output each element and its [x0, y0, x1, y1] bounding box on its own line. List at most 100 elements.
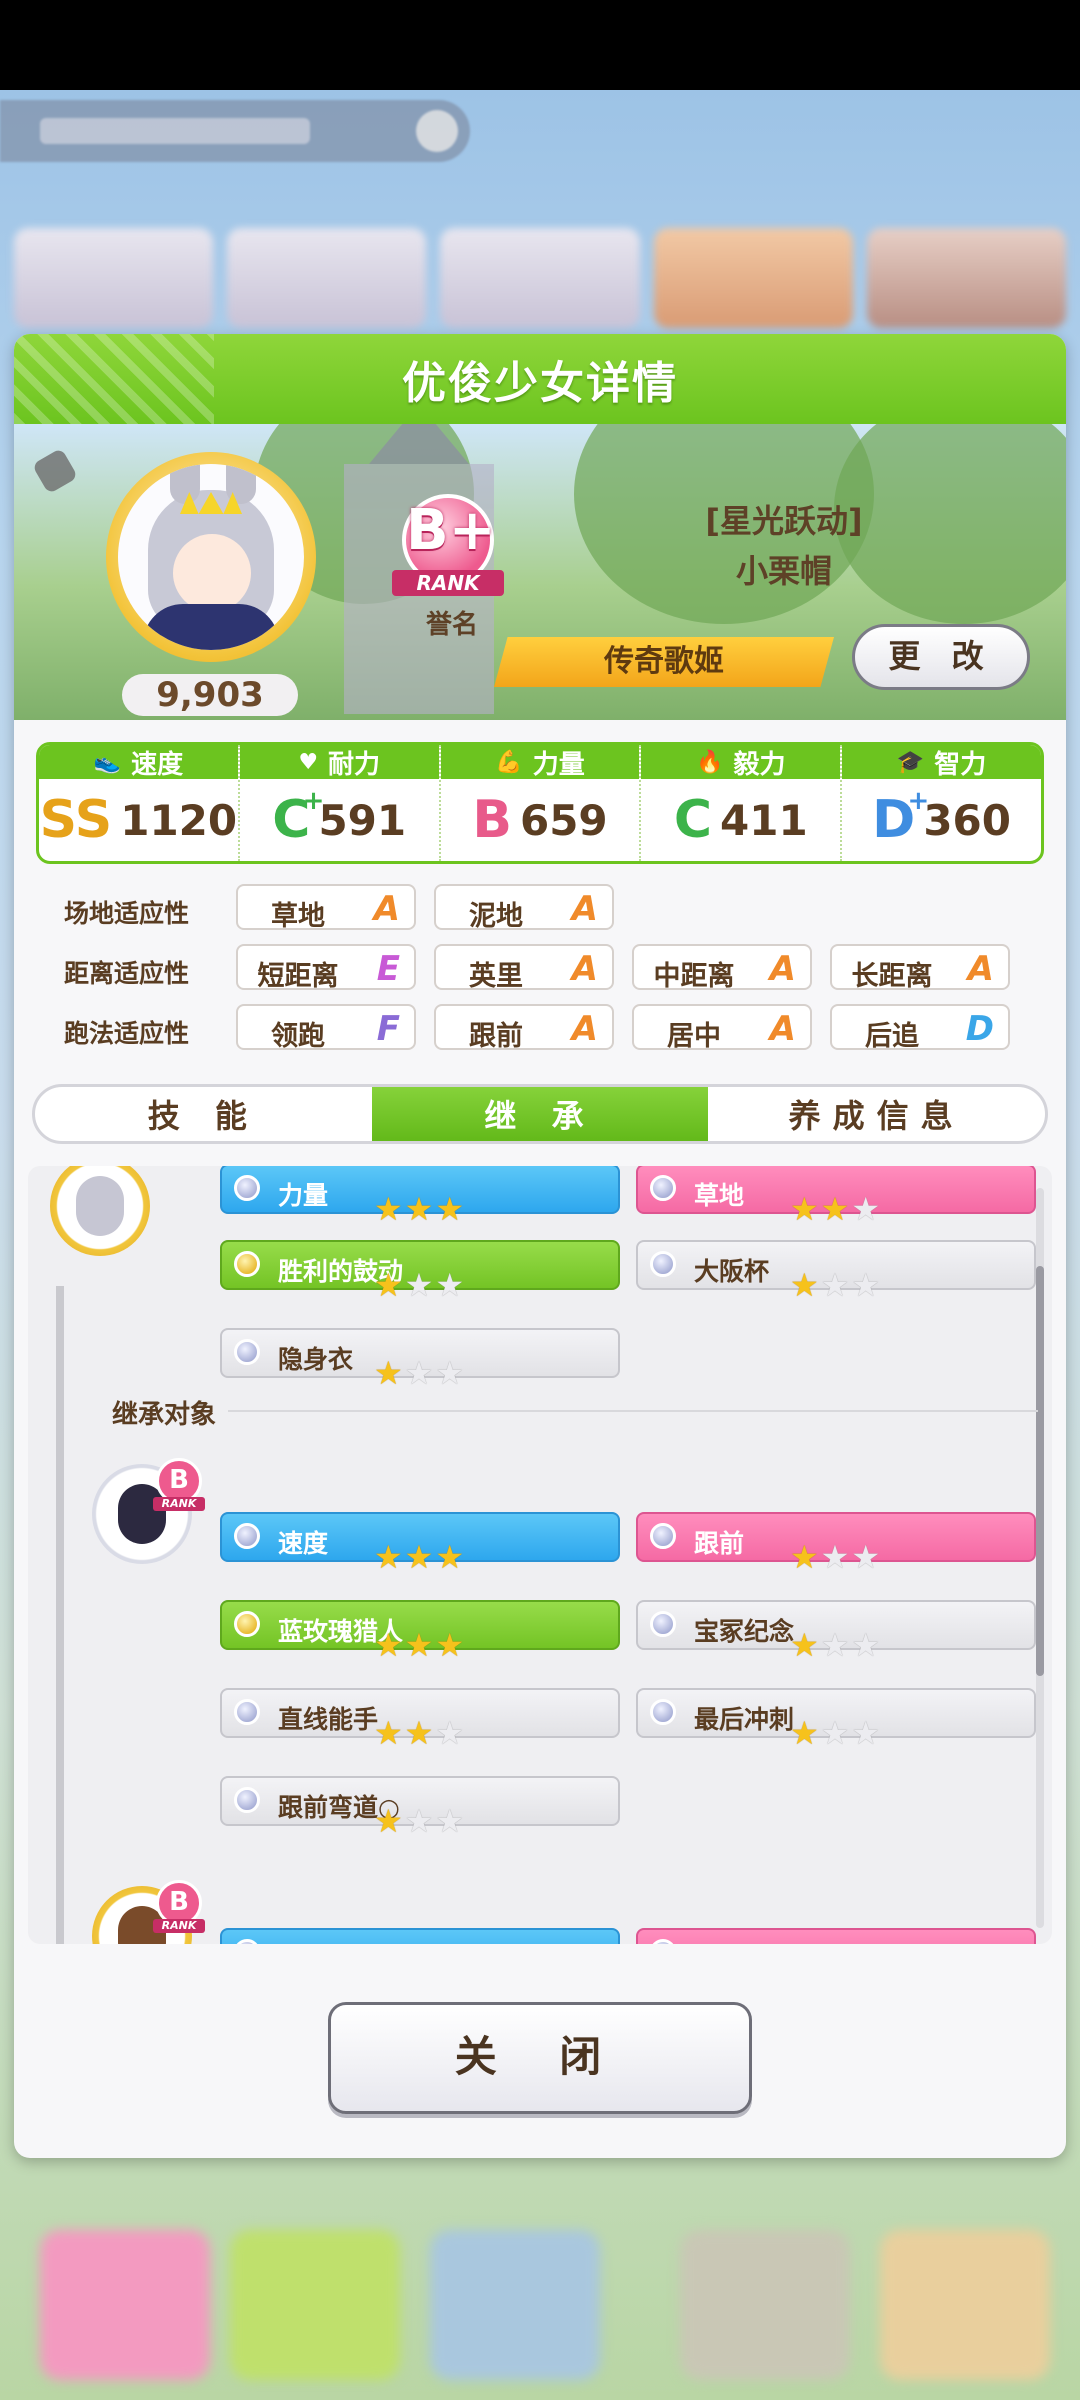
stat-value: 659	[519, 795, 608, 845]
star-icon: ★	[435, 1190, 467, 1228]
aptitude-name: 后追	[865, 1021, 919, 1052]
aptitude-item: 短距离 E	[236, 944, 416, 992]
star-icon: ★	[435, 1354, 467, 1392]
aptitude-grade: A	[967, 949, 994, 989]
aptitude-item: 后追 D	[830, 1004, 1010, 1052]
star-icon: ★	[435, 1266, 467, 1304]
aptitude-name: 领跑	[271, 1021, 325, 1052]
factor-name: 速度	[278, 1940, 328, 1944]
aptitude-row: 场地适应性 草地 A 泥地 A	[14, 884, 1066, 932]
star-icon: ★	[373, 1190, 405, 1228]
aptitude-item: 草地 A	[236, 884, 416, 932]
inheritance-panel: 继承对象 B RANK B RANK 力量 ★★★ 草地 ★★★ 胜利的鼓动 ★★★ 大阪杯 ★★★ 隐…	[28, 1166, 1052, 1944]
stat-label: 速度	[131, 749, 184, 780]
stat-3: 🔥 毅力 C 411	[641, 745, 843, 861]
stat-label: 毅力	[733, 749, 786, 780]
stat-0: 👟 速度 SS 1120	[39, 745, 240, 861]
stat-grade: SS	[40, 794, 113, 846]
carrot-icon	[31, 447, 79, 495]
stat-label: 智力	[934, 749, 987, 780]
factor-stars: ★★★	[636, 1716, 1036, 1750]
star-icon: ★	[435, 1538, 467, 1576]
background-character-cards	[14, 228, 1067, 328]
star-icon: ★	[373, 1538, 405, 1576]
star-icon: ★	[820, 1714, 852, 1752]
aptitude-item: 长距离 A	[830, 944, 1010, 992]
star-icon: ★	[373, 1802, 405, 1840]
stat-icon: 👟	[93, 749, 122, 775]
factor-stars: ★★★	[636, 1192, 1036, 1226]
scrollbar[interactable]	[1036, 1188, 1044, 1928]
star-icon: ★	[789, 1266, 821, 1304]
aptitude-grade: F	[376, 1009, 400, 1049]
aptitude-name: 居中	[667, 1021, 721, 1052]
stat-header: 🔥 毅力	[641, 745, 841, 780]
aptitude-label: 距离适应性	[64, 959, 190, 988]
star-icon: ★	[851, 1714, 883, 1752]
stat-value: 360	[923, 795, 1011, 845]
inherit-factor[interactable]: 速度	[220, 1928, 620, 1944]
aptitude-item: 跟前 A	[434, 1004, 614, 1052]
aptitude-name: 短距离	[257, 961, 339, 992]
stat-icon: 🔥	[696, 749, 724, 775]
stat-value: 591	[318, 795, 407, 845]
stat-header: 👟 速度	[39, 745, 238, 780]
tab-skills[interactable]: 技 能	[35, 1087, 372, 1141]
inherit-factor[interactable]: 草地	[636, 1928, 1036, 1944]
title-banner: 传奇歌姬	[494, 637, 834, 687]
star-icon: ★	[373, 1714, 405, 1752]
stat-icon: 🎓	[896, 749, 925, 775]
star-icon: ★	[820, 1266, 852, 1304]
star-icon: ★	[789, 1714, 821, 1752]
rank-caption: 誉名	[426, 610, 479, 640]
star-icon: ★	[851, 1266, 883, 1304]
stat-value: 1120	[120, 795, 238, 845]
stat-label: 力量	[532, 749, 585, 780]
rank-plus: +	[448, 498, 496, 563]
star-icon: ★	[404, 1354, 436, 1392]
stat-icon: 💪	[495, 749, 523, 775]
factor-name: 草地	[694, 1940, 744, 1944]
aptitude-grade: A	[571, 949, 598, 989]
mini-rank-letter: B	[169, 1887, 189, 1917]
factor-gem-icon	[650, 1939, 676, 1944]
factor-stars: ★★★	[220, 1356, 620, 1390]
star-icon: ★	[404, 1802, 436, 1840]
inherit-parent-avatar[interactable]	[50, 1166, 150, 1256]
mini-rank-badge: B RANK	[153, 1458, 205, 1511]
star-icon: ★	[404, 1190, 436, 1228]
stat-grade: B	[472, 794, 512, 846]
star-icon: ★	[789, 1190, 821, 1228]
star-icon: ★	[404, 1714, 436, 1752]
aptitude-label: 场地适应性	[64, 899, 190, 928]
aptitude-item: 中距离 A	[632, 944, 812, 992]
stat-grade-plus: +	[302, 786, 325, 816]
star-icon: ★	[851, 1626, 883, 1664]
tab-inheritance[interactable]: 继 承	[371, 1087, 709, 1141]
star-icon: ★	[373, 1354, 405, 1392]
character-portrait[interactable]	[106, 452, 316, 662]
star-icon: ★	[404, 1266, 436, 1304]
stat-grade: C +	[272, 788, 324, 846]
stat-grade: C	[674, 794, 712, 846]
factor-stars: ★★★	[636, 1628, 1036, 1662]
stat-1: ♥ 耐力 C +591	[239, 745, 441, 861]
stat-header: 💪 力量	[440, 745, 640, 780]
aptitude-item: 领跑 F	[236, 1004, 416, 1052]
close-button[interactable]: 关 闭	[328, 2002, 752, 2114]
star-icon: ★	[789, 1626, 821, 1664]
factor-stars: ★★★	[220, 1268, 620, 1302]
character-name: 小栗帽	[735, 552, 832, 590]
change-title-button[interactable]: 更 改	[852, 624, 1030, 690]
tab-training-info[interactable]: 养成信息	[708, 1087, 1045, 1141]
stat-header: ♥ 耐力	[239, 745, 439, 780]
factor-stars: ★★★	[636, 1540, 1036, 1574]
aptitude-row: 距离适应性 短距离 E 英里 A 中距离 A 长距离 A	[14, 944, 1066, 992]
factor-stars: ★★★	[220, 1540, 620, 1574]
aptitude-name: 泥地	[469, 901, 523, 932]
stat-label: 耐力	[328, 749, 381, 780]
star-icon: ★	[404, 1538, 436, 1576]
stat-grade-letter: SS	[39, 790, 113, 850]
background-bottom-nav	[0, 2180, 1080, 2400]
evaluation-score: 9,903	[122, 674, 298, 716]
